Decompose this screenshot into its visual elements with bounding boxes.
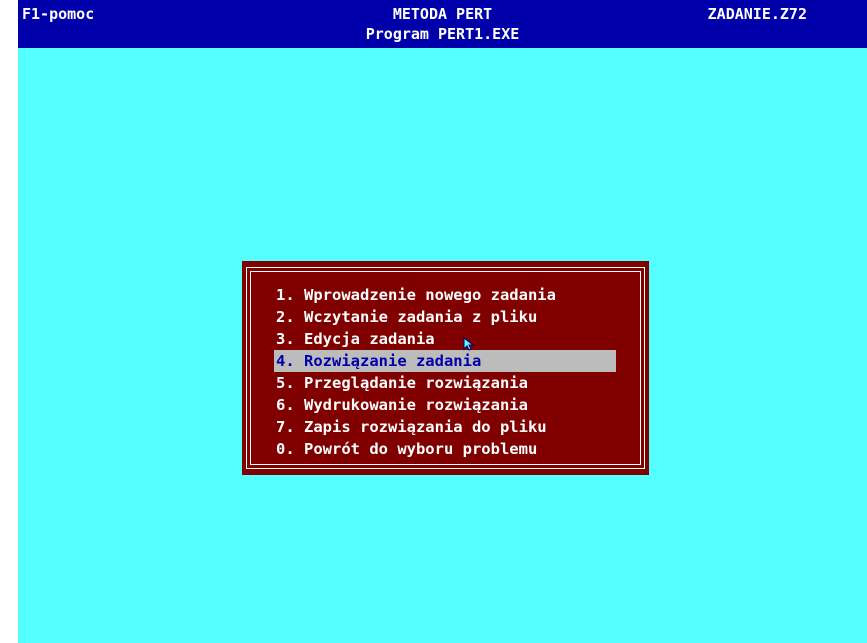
menu-item-load-task[interactable]: 2. Wczytanie zadania z pliku — [274, 306, 616, 328]
menu-item-view-solution[interactable]: 5. Przeglądanie rozwiązania — [274, 372, 616, 394]
menu-list: 1. Wprowadzenie nowego zadania 2. Wczyta… — [274, 284, 616, 460]
menu-item-solve-task[interactable]: 4. Rozwiązanie zadania — [274, 350, 616, 372]
menu-item-new-task[interactable]: 1. Wprowadzenie nowego zadania — [274, 284, 616, 306]
menu-item-edit-task[interactable]: 3. Edycja zadania — [274, 328, 616, 350]
header-bar: F1-pomoc METODA PERT Program PERT1.EXE Z… — [18, 0, 867, 48]
dos-screen: F1-pomoc METODA PERT Program PERT1.EXE Z… — [18, 0, 867, 643]
mouse-cursor-icon — [463, 337, 474, 351]
menu-item-back[interactable]: 0. Powrót do wyboru problemu — [274, 438, 616, 460]
menu-item-print-solution[interactable]: 6. Wydrukowanie rozwiązania — [274, 394, 616, 416]
task-name: ZADANIE.Z72 — [707, 5, 807, 23]
program-subtitle: Program PERT1.EXE — [365, 25, 520, 43]
menu-item-save-solution[interactable]: 7. Zapis rozwiązania do pliku — [274, 416, 616, 438]
main-menu: 1. Wprowadzenie nowego zadania 2. Wczyta… — [242, 261, 649, 475]
